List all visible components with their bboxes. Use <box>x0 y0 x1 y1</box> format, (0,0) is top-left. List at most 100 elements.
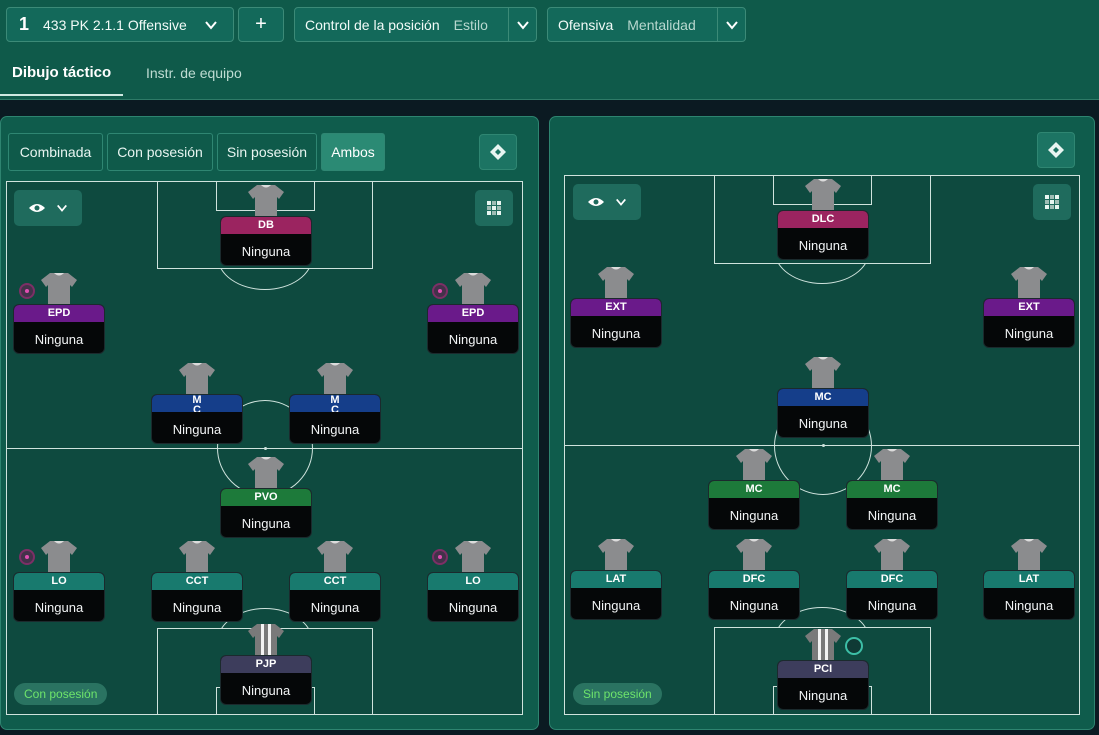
duty-label: Ninguna <box>448 600 498 615</box>
left-player-card[interactable]: M C Ninguna <box>289 361 381 451</box>
shirt-icon <box>597 537 635 573</box>
role-card: LAT Ninguna <box>983 570 1075 620</box>
left-player-card[interactable]: CCT Ninguna <box>289 539 381 629</box>
role-card: CCT Ninguna <box>151 572 243 622</box>
duty-label: Ninguna <box>448 332 498 347</box>
role-card: PJP Ninguna <box>220 655 312 705</box>
instruction-badge[interactable] <box>845 637 863 655</box>
mentality-selector[interactable]: Ofensiva Mentalidad <box>547 7 746 42</box>
duty-label: Ninguna <box>867 508 917 523</box>
right-player-card[interactable]: MC Ninguna <box>777 355 869 445</box>
mentality-value: Ofensiva <box>558 16 614 33</box>
right-player-card[interactable]: MC Ninguna <box>846 447 938 537</box>
right-player-card[interactable]: EXT Ninguna <box>570 265 662 355</box>
duty-label: Ninguna <box>1004 598 1054 613</box>
role-label: CCT <box>290 573 380 590</box>
role-card: PVO Ninguna <box>220 488 312 538</box>
role-card: LAT Ninguna <box>570 570 662 620</box>
shirt-icon <box>316 361 354 397</box>
role-card: M C Ninguna <box>151 394 243 444</box>
tab-tactical-drawing[interactable]: Dibujo táctico <box>0 50 124 96</box>
shirt-icon <box>454 539 492 575</box>
add-label: + <box>255 13 267 35</box>
instruction-badge[interactable] <box>432 549 448 565</box>
left-options-button[interactable] <box>479 134 517 170</box>
right-player-card[interactable]: MC Ninguna <box>708 447 800 537</box>
instruction-badge[interactable] <box>432 283 448 299</box>
shirt-icon <box>873 537 911 573</box>
instruction-badge[interactable] <box>19 549 35 565</box>
role-card: DFC Ninguna <box>846 570 938 620</box>
tactic-number: 1 <box>19 14 30 34</box>
duty-label: Ninguna <box>729 508 779 523</box>
tab-team-instructions[interactable]: Instr. de equipo <box>146 50 242 96</box>
role-label: CCT <box>152 573 242 590</box>
instruction-badge[interactable] <box>19 283 35 299</box>
view-toggle[interactable] <box>573 184 641 220</box>
right-player-card[interactable]: DFC Ninguna <box>708 537 800 627</box>
segment-in-possession[interactable]: Con posesión <box>107 133 213 171</box>
duty-label: Ninguna <box>241 683 291 698</box>
shirt-icon <box>40 539 78 575</box>
segment-both[interactable]: Ambos <box>321 133 385 171</box>
view-toggle[interactable] <box>14 190 82 226</box>
role-label: DLC <box>778 211 868 228</box>
right-player-card[interactable]: DLC Ninguna <box>777 177 869 267</box>
shirt-icon <box>178 539 216 575</box>
tactic-selector[interactable]: 1 433 PK 2.1.1 Offensive <box>6 7 234 42</box>
role-label: EXT <box>984 299 1074 316</box>
left-player-card[interactable]: PJP Ninguna <box>220 622 312 712</box>
left-grid-button[interactable] <box>475 190 513 226</box>
chevron-down-icon <box>197 8 225 41</box>
left-player-card[interactable]: CCT Ninguna <box>151 539 243 629</box>
role-label: DB <box>221 217 311 234</box>
right-options-button[interactable] <box>1037 132 1075 168</box>
duty-label: Ninguna <box>1004 326 1054 341</box>
segment-out-possession[interactable]: Sin posesión <box>217 133 317 171</box>
role-label: LAT <box>571 571 661 588</box>
duty-label: Ninguna <box>310 422 360 437</box>
tactic-name: 433 PK 2.1.1 Offensive <box>43 16 187 33</box>
shirt-icon <box>1010 265 1048 301</box>
eye-icon <box>588 198 604 206</box>
style-selector[interactable]: Control de la posición Estilo <box>294 7 537 42</box>
chevron-down-icon <box>616 198 626 206</box>
right-player-card[interactable]: LAT Ninguna <box>570 537 662 627</box>
role-label: MC <box>847 481 937 498</box>
tabs-row: Dibujo táctico Instr. de equipo <box>0 50 1099 100</box>
role-label: EXT <box>571 299 661 316</box>
role-label: EPD <box>428 305 518 322</box>
left-player-card[interactable]: M C Ninguna <box>151 361 243 451</box>
role-card: MC Ninguna <box>846 480 938 530</box>
role-card: M C Ninguna <box>289 394 381 444</box>
left-player-card[interactable]: PVO Ninguna <box>220 455 312 545</box>
role-card: DB Ninguna <box>220 216 312 266</box>
role-card: LO Ninguna <box>427 572 519 622</box>
duty-label: Ninguna <box>34 332 84 347</box>
role-card: DFC Ninguna <box>708 570 800 620</box>
add-tactic-button[interactable]: + <box>238 7 284 42</box>
right-player-card[interactable]: LAT Ninguna <box>983 537 1075 627</box>
role-label: DFC <box>709 571 799 588</box>
role-label: LAT <box>984 571 1074 588</box>
duty-label: Ninguna <box>310 600 360 615</box>
role-label: PCI <box>778 661 868 678</box>
phase-label-out-of-possession: Sin posesión <box>573 683 662 705</box>
right-player-card[interactable]: DFC Ninguna <box>846 537 938 627</box>
chevron-down-icon <box>57 204 67 212</box>
shirt-icon <box>735 537 773 573</box>
duty-label: Ninguna <box>591 598 641 613</box>
segment-combined[interactable]: Combinada <box>8 133 103 171</box>
shirt-icon <box>804 627 842 663</box>
shirt-icon <box>804 355 842 391</box>
role-card: MC Ninguna <box>708 480 800 530</box>
duty-label: Ninguna <box>798 688 848 703</box>
shirt-icon <box>247 183 285 219</box>
shirt-icon <box>247 455 285 491</box>
left-player-card[interactable]: DB Ninguna <box>220 183 312 273</box>
role-label: MC <box>778 389 868 406</box>
style-value: Control de la posición <box>305 16 440 33</box>
right-grid-button[interactable] <box>1033 184 1071 220</box>
shirt-icon <box>316 539 354 575</box>
right-player-card[interactable]: EXT Ninguna <box>983 265 1075 355</box>
